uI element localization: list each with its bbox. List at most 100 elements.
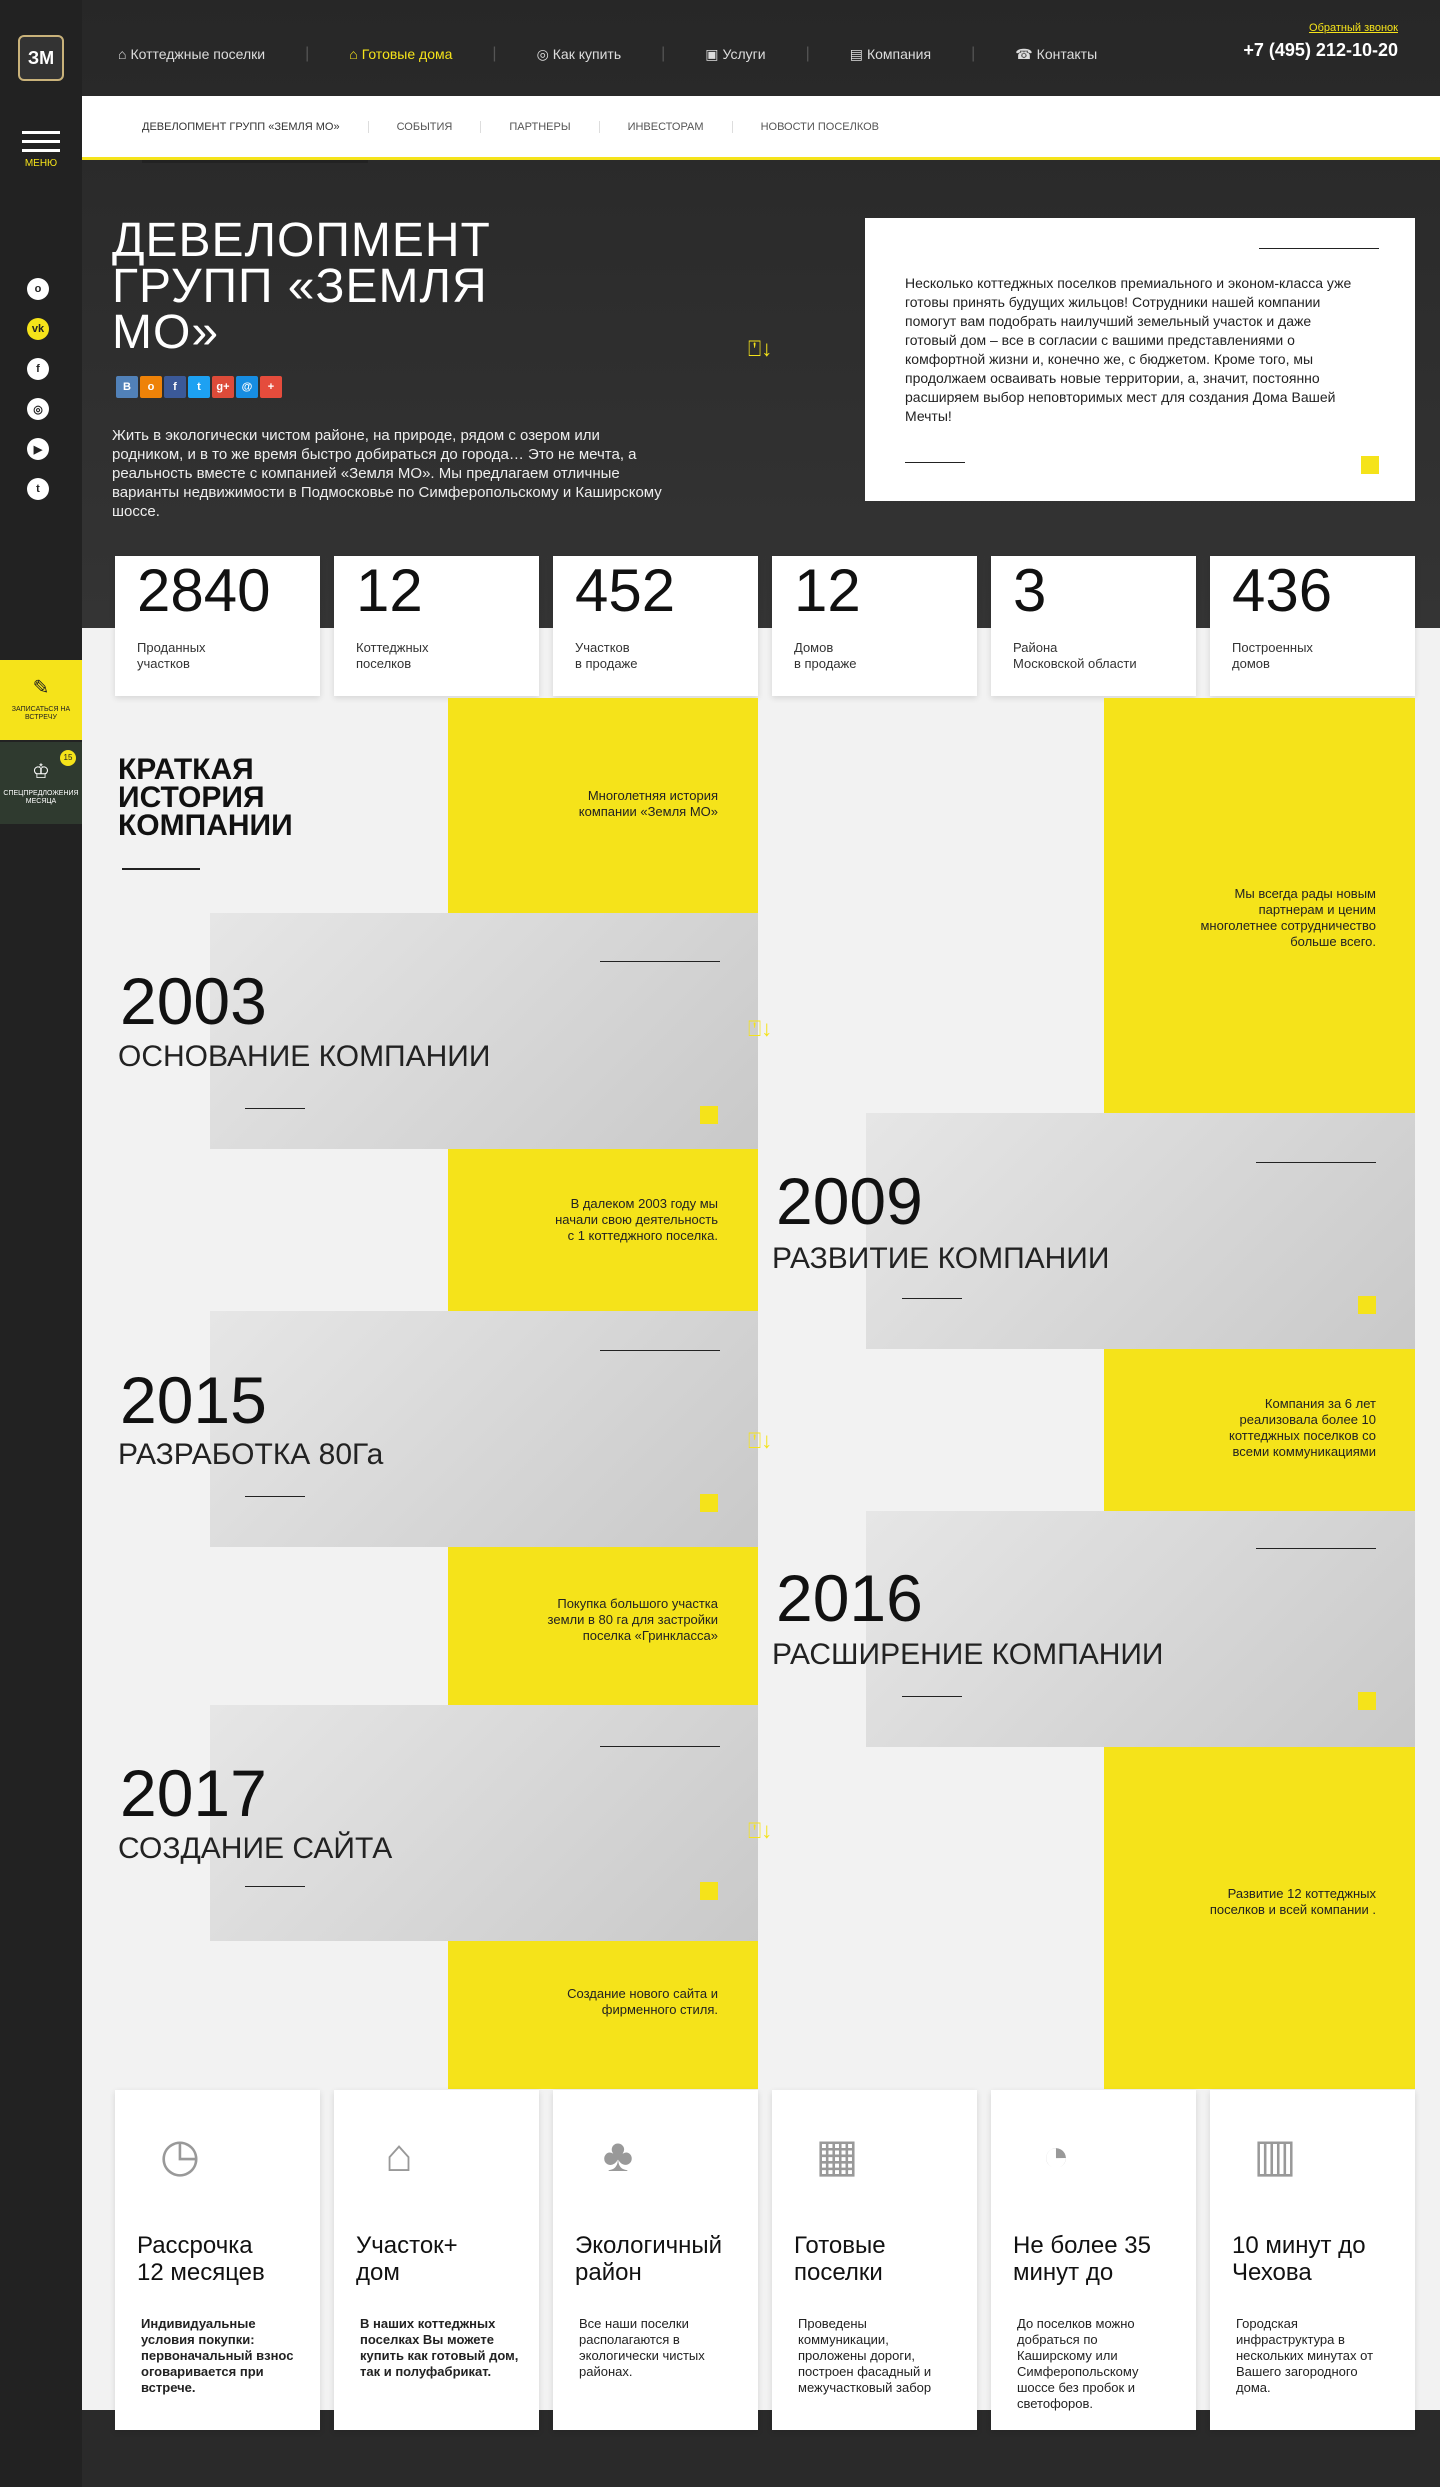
offers-label: СПЕЦПРЕДЛОЖЕНИЯ МЕСЯЦА xyxy=(3,790,79,806)
subnav-development[interactable]: ДЕВЕЛОПМЕНТ ГРУПП «ЗЕМЛЯ МО» xyxy=(142,120,369,163)
share-button[interactable]: + xyxy=(260,376,282,398)
nav-cottage-villages[interactable]: ⌂ Коттеджные поселки xyxy=(118,46,265,62)
logo[interactable]: ЗМ xyxy=(8,30,74,86)
stat-card: 2840 Проданных участков xyxy=(115,556,320,696)
facebook-icon[interactable]: f xyxy=(27,358,49,380)
stat-label: Коттеджных поселков xyxy=(356,640,429,671)
meet-button[interactable]: ✎ ЗАПИСАТЬСЯ НА ВСТРЕЧУ xyxy=(0,660,82,740)
stat-label: Домов в продаже xyxy=(794,640,857,671)
photo-construction xyxy=(866,1113,1415,1349)
divider xyxy=(1256,1548,1376,1549)
year-2016-block xyxy=(1104,1747,1415,2089)
share-button[interactable]: t xyxy=(188,376,210,398)
share-buttons: Во f t g+ @ + xyxy=(116,376,282,398)
feature-description: Все наши поселки располагаются в экологи… xyxy=(579,2316,705,2379)
divider xyxy=(122,868,200,870)
mouse-scroll-icon[interactable]: ⍞↓ xyxy=(748,1818,772,1844)
year-2016-title: РАСШИРЕНИЕ КОМПАНИИ xyxy=(772,1638,1164,1671)
menu-button[interactable]: МЕНЮ xyxy=(18,125,64,169)
page-title: ДЕВЕЛОПМЕНТ ГРУПП «ЗЕМЛЯ МО» xyxy=(112,214,491,359)
feature-title: Не более 35 минут до xyxy=(1013,2232,1151,2286)
offers-button[interactable]: 15 ♔ СПЕЦПРЕДЛОЖЕНИЯ МЕСЯЦА xyxy=(0,742,82,824)
stat-card: 12 Коттеджных поселков xyxy=(334,556,539,696)
accent-square xyxy=(1358,1296,1376,1314)
phone-number[interactable]: +7 (495) 212-10-20 xyxy=(1243,40,1398,61)
accent-square xyxy=(700,1882,718,1900)
divider xyxy=(600,961,720,962)
subnav-news[interactable]: НОВОСТИ ПОСЕЛКОВ xyxy=(733,121,907,133)
photo-statue xyxy=(210,1705,758,1941)
divider xyxy=(905,462,965,463)
divider xyxy=(245,1886,305,1887)
subnav-events[interactable]: СОБЫТИЯ xyxy=(369,120,482,133)
divider xyxy=(600,1746,720,1747)
sidebar: ЗМ МЕНЮ o vk f ◎ ▶ t ✎ ЗАПИСАТЬСЯ НА ВСТ… xyxy=(0,0,82,2487)
feature-card: ◔ Не более 35 минут до До поселков можно д… xyxy=(991,2090,1196,2430)
stat-card: 12 Домов в продаже xyxy=(772,556,977,696)
accent-square xyxy=(700,1494,718,1512)
vk-icon[interactable]: vk xyxy=(27,318,49,340)
nav-how-to-buy[interactable]: ◎ Как купить xyxy=(537,46,622,63)
house-plot-icon: ⌂ xyxy=(385,2129,413,2181)
photo-building xyxy=(866,1511,1415,1747)
subnav-partners[interactable]: ПАРТНЕРЫ xyxy=(481,120,600,133)
logo-text: ЗМ xyxy=(18,35,64,81)
youtube-icon[interactable]: ▶ xyxy=(27,438,49,460)
stat-card: 452 Участков в продаже xyxy=(553,556,758,696)
share-button[interactable]: f xyxy=(164,376,186,398)
nav-label: Контакты xyxy=(1036,46,1098,62)
callback-link[interactable]: Обратный звонок xyxy=(1243,22,1398,34)
photo-hands xyxy=(210,913,758,1149)
share-button[interactable]: В xyxy=(116,376,138,398)
mouse-scroll-icon[interactable]: ⍞↓ xyxy=(748,1016,772,1042)
nav-label: Услуги xyxy=(722,46,766,62)
nav-label: Как купить xyxy=(552,46,622,62)
nav-services[interactable]: ▣ Услуги xyxy=(705,46,765,63)
subnav-investors[interactable]: ИНВЕСТОРАМ xyxy=(600,120,733,133)
hamburger-icon xyxy=(18,131,64,152)
instagram-icon[interactable]: ◎ xyxy=(27,398,49,420)
mouse-scroll-icon[interactable]: ⍞↓ xyxy=(748,1428,772,1454)
menu-label: МЕНЮ xyxy=(24,158,58,169)
pen-icon: ✎ xyxy=(32,677,50,699)
features-row: ◷ Рассрочка 12 месяцев Индивидуальные усло… xyxy=(115,2090,1415,2430)
feature-card: ▦ Готовые поселки Проведены коммуникации, … xyxy=(772,2090,977,2430)
stat-number: 3 xyxy=(1013,557,1047,624)
feature-card: ⌂ Участок+ дом В наших коттеджных поселках… xyxy=(334,2090,539,2430)
feature-card: ♣ Экологичный район Все наши поселки распо… xyxy=(553,2090,758,2430)
share-button[interactable]: @ xyxy=(236,376,258,398)
nav-label: Готовые дома xyxy=(361,46,453,62)
divider xyxy=(1259,248,1379,249)
mouse-scroll-icon[interactable]: ⍞↓ xyxy=(748,336,772,362)
share-button[interactable]: о xyxy=(140,376,162,398)
nav-company[interactable]: ▤ Компания xyxy=(850,46,931,63)
feature-title: 10 минут до Чехова xyxy=(1232,2232,1366,2286)
nav-contacts[interactable]: ☎ Контакты xyxy=(1015,46,1097,63)
house-icon: ⌂ xyxy=(118,46,127,62)
year-2016-text: Развитие 12 коттеджных поселков и всей к… xyxy=(1209,1886,1376,1917)
twitter-icon[interactable]: t xyxy=(27,478,49,500)
nav-ready-houses[interactable]: ⌂ Готовые дома xyxy=(349,46,452,62)
year-2015-text: Покупка большого участка земли в 80 га д… xyxy=(547,1596,718,1643)
money-icon: ◎ xyxy=(536,45,549,62)
nav-label: Коттеджные поселки xyxy=(130,46,266,62)
odnoklassniki-icon[interactable]: o xyxy=(27,278,49,300)
stat-label: Участков в продаже xyxy=(575,640,638,671)
stat-number: 2840 xyxy=(137,557,271,624)
nav-label: Компания xyxy=(866,46,932,62)
share-button[interactable]: g+ xyxy=(212,376,234,398)
hero-description: Жить в экологически чистом районе, на пр… xyxy=(112,427,662,520)
year-2003-text: В далеком 2003 году мы начали свою деяте… xyxy=(555,1196,718,1243)
stat-label: Района Московской области xyxy=(1013,640,1137,671)
year-2009-title: РАЗВИТИЕ КОМПАНИИ xyxy=(772,1242,1110,1275)
stat-number: 12 xyxy=(356,557,423,624)
year-2015-title: РАЗРАБОТКА 80Га xyxy=(118,1438,384,1471)
hero-card: Несколько коттеджных поселков премиально… xyxy=(865,218,1415,501)
divider xyxy=(1256,1162,1376,1163)
history-title: КРАТКАЯ ИСТОРИЯ КОМПАНИИ xyxy=(118,753,293,842)
phone-box: Обратный звонок +7 (495) 212-10-20 xyxy=(1243,22,1398,61)
feature-card: ◷ Рассрочка 12 месяцев Индивидуальные усло… xyxy=(115,2090,320,2430)
divider xyxy=(600,1350,720,1351)
city-icon: ▥ xyxy=(1253,2129,1297,2181)
feature-title: Готовые поселки xyxy=(794,2232,886,2286)
